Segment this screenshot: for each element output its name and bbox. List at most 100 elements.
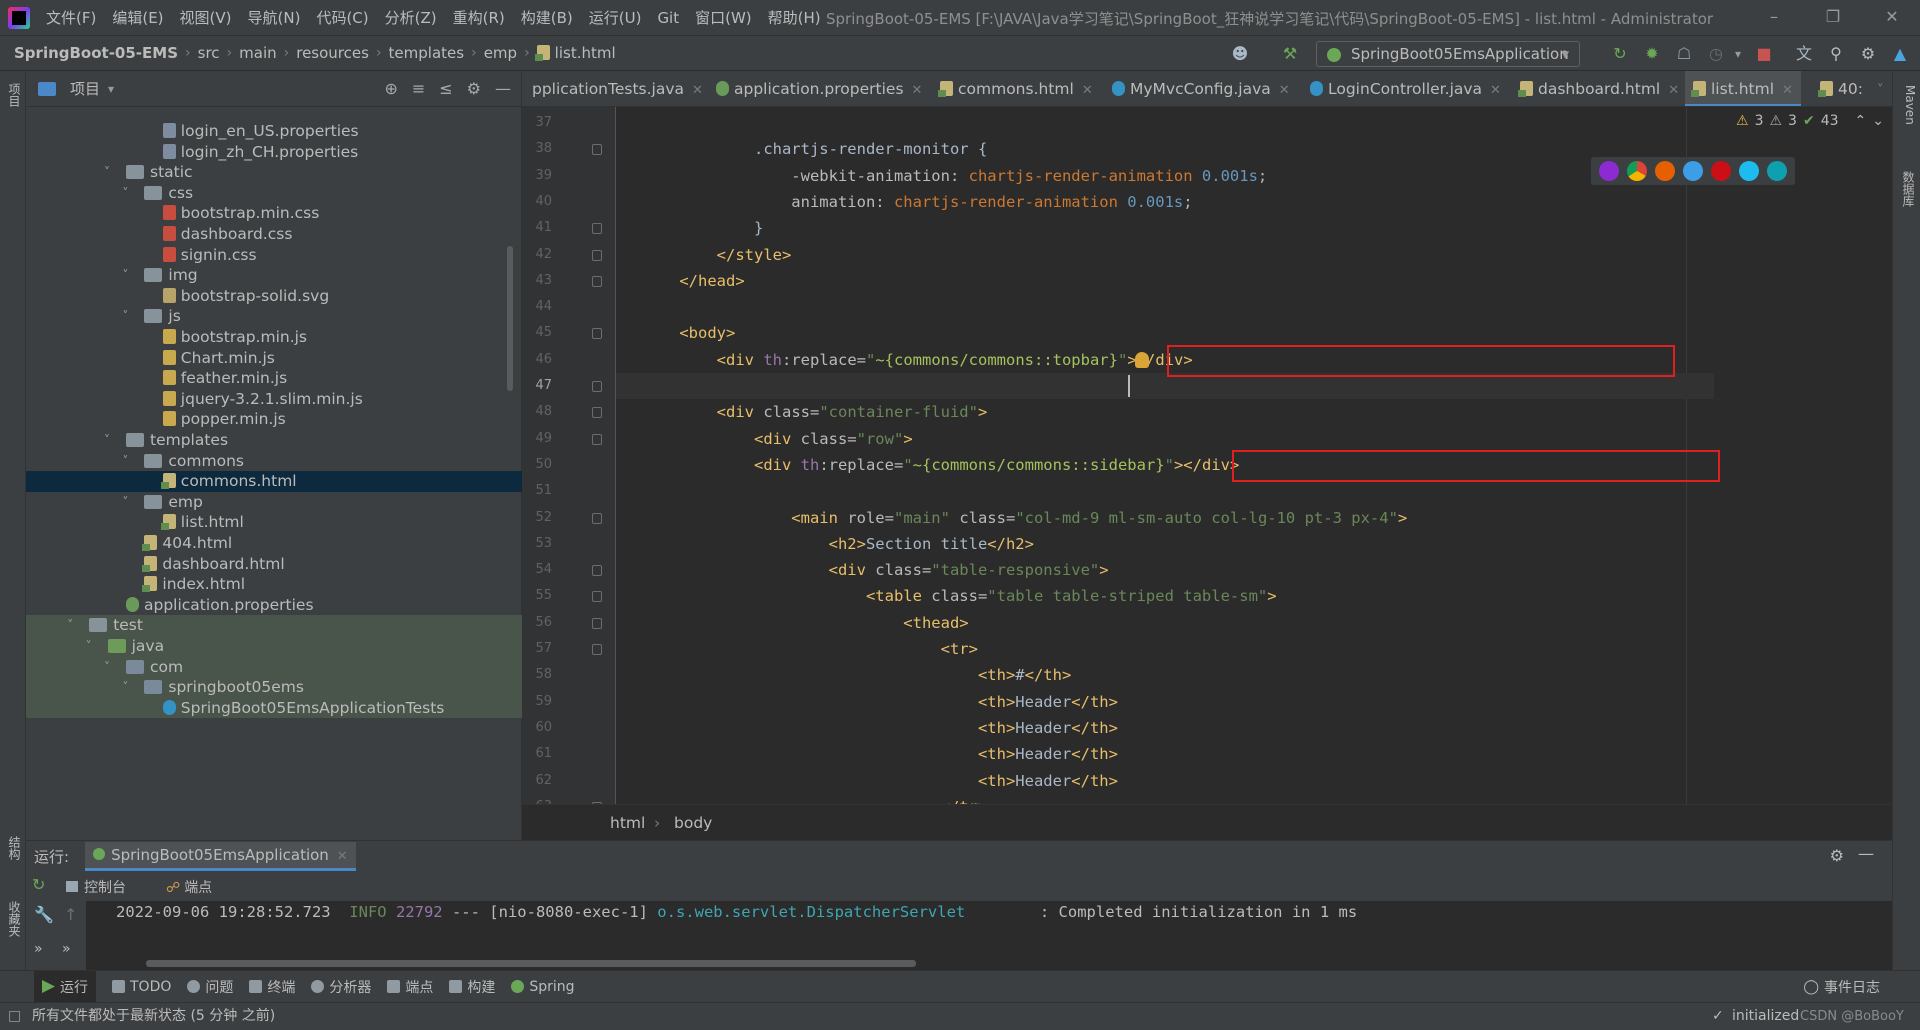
editor-tab[interactable]: application.properties ✕ <box>708 71 930 106</box>
tree-item[interactable]: ˅ springboot05ems <box>26 677 522 698</box>
chevron-down-icon[interactable]: ˅ <box>104 162 118 183</box>
chevron-down-icon[interactable]: ▾ <box>108 82 114 96</box>
coverage-icon[interactable]: ☖ <box>1672 42 1696 66</box>
breadcrumb-main[interactable]: main <box>235 44 280 62</box>
fold-marker-icon[interactable] <box>592 144 602 156</box>
tool-todo[interactable]: TODO <box>112 979 171 995</box>
locate-file-icon[interactable]: ⊕ <box>384 79 397 98</box>
breadcrumb-project[interactable]: SpringBoot-05-EMS <box>0 44 182 62</box>
fold-marker-icon[interactable] <box>592 644 602 655</box>
fold-marker-icon[interactable] <box>592 512 602 524</box>
code-editor[interactable]: 37 38 39 40 41 42 43 44 45 46 47 48 49 50 51 52 53 54 55 56… <box>522 107 1892 816</box>
next-highlight-icon[interactable]: ⌄ <box>1872 113 1884 129</box>
expand-more-icon[interactable]: » <box>62 941 71 957</box>
tree-item[interactable]: ˅ js <box>26 306 522 327</box>
menu-refactor[interactable]: 重构(R) <box>445 7 513 28</box>
tree-item[interactable]: ˅ img <box>26 265 522 286</box>
previous-highlight-icon[interactable]: ⌃ <box>1855 113 1867 129</box>
breadcrumb-src[interactable]: src <box>194 44 224 62</box>
run-config-tab[interactable]: SpringBoot05EmsApplication ✕ <box>85 841 356 871</box>
run-configuration-select[interactable]: SpringBoot05EmsApplication ▾ <box>1316 41 1580 67</box>
tree-item[interactable]: dashboard.css <box>26 224 522 245</box>
tool-build[interactable]: 构建 <box>449 977 495 997</box>
tree-item[interactable]: bootstrap.min.css <box>26 203 522 224</box>
tree-item[interactable]: 404.html <box>26 533 522 554</box>
close-tab-icon[interactable]: ✕ <box>337 849 348 864</box>
tree-item[interactable]: jquery-3.2.1.slim.min.js <box>26 389 522 410</box>
chevron-down-icon[interactable]: ˅ <box>67 615 81 636</box>
menu-run[interactable]: 运行(U) <box>581 7 650 28</box>
profile-icon[interactable]: ◷ <box>1704 42 1728 66</box>
tree-item[interactable]: list.html <box>26 512 522 533</box>
hide-panel-icon[interactable]: — <box>1858 844 1874 863</box>
wrench-icon[interactable]: 🔧 <box>34 905 54 924</box>
fold-marker-icon[interactable] <box>592 407 602 419</box>
settings-gear-icon[interactable]: ⚙ <box>1830 846 1844 865</box>
translate-icon[interactable]: 文 <box>1792 42 1816 66</box>
tree-item[interactable]: index.html <box>26 574 522 595</box>
chevron-down-icon[interactable]: ˅ <box>122 492 136 513</box>
tree-item[interactable]: login_en_US.properties <box>26 121 522 142</box>
close-window-icon[interactable]: ✕ <box>1880 5 1904 29</box>
intention-lightbulb-icon[interactable] <box>1135 351 1149 368</box>
favorites-tool-window-button[interactable]: 收藏夹 <box>3 901 23 937</box>
tree-item[interactable]: SpringBoot05EmsApplicationTests <box>26 697 522 719</box>
tree-item[interactable]: login_zh_CH.properties <box>26 142 522 163</box>
tree-item[interactable]: dashboard.html <box>26 554 522 575</box>
tree-item[interactable]: ˅ static <box>26 162 522 183</box>
editor-tab[interactable]: 40: ˅ <box>1812 71 1891 106</box>
menu-code[interactable]: 代码(C) <box>308 7 376 28</box>
hide-panel-icon[interactable]: — <box>495 79 511 98</box>
editor-breadcrumb-html[interactable]: html <box>610 805 645 841</box>
build-hammer-icon[interactable]: ⚒ <box>1278 42 1302 66</box>
fold-marker-icon[interactable] <box>592 617 602 629</box>
editor-tab[interactable]: list.html ✕ <box>1685 71 1801 106</box>
settings-gear-icon[interactable]: ⚙ <box>1856 42 1880 66</box>
inspection-widget[interactable]: ⚠ 3 ⚠ 3 ✔ 43 ⌃ ⌄ <box>1736 113 1884 129</box>
tool-problems[interactable]: 问题 <box>187 977 233 997</box>
editor-tab[interactable]: pplicationTests.java ✕ <box>524 71 711 106</box>
chevron-down-icon[interactable]: ˅ <box>122 265 136 286</box>
tree-item[interactable]: ˅ templates <box>26 430 522 451</box>
menu-edit[interactable]: 编辑(E) <box>104 7 171 28</box>
opera-icon[interactable] <box>1711 161 1731 181</box>
structure-tool-window-button[interactable]: 结构 <box>3 836 23 860</box>
fold-marker-icon[interactable] <box>592 249 602 261</box>
menu-file[interactable]: 文件(F) <box>38 7 104 28</box>
chevron-down-icon[interactable]: ˅ <box>122 677 136 698</box>
tool-profiler[interactable]: 分析器 <box>311 977 371 997</box>
close-tab-icon[interactable]: ✕ <box>692 83 703 98</box>
minimize-icon[interactable]: – <box>1762 5 1786 29</box>
stop-icon[interactable]: ■ <box>1752 42 1776 66</box>
breadcrumb-templates[interactable]: templates <box>385 44 469 62</box>
menu-view[interactable]: 视图(V) <box>172 7 240 28</box>
tab-list-chevron-icon[interactable]: ˅ <box>1877 83 1884 98</box>
tree-item[interactable]: feather.min.js <box>26 368 522 389</box>
tool-endpoints[interactable]: 端点 <box>387 977 433 997</box>
editor-tab[interactable]: MyMvcConfig.java ✕ <box>1104 71 1298 106</box>
chevron-down-icon[interactable]: ˅ <box>122 183 136 204</box>
console-tab[interactable]: 控制台 <box>66 877 126 897</box>
debug-icon[interactable]: ✹ <box>1640 42 1664 66</box>
editor-breadcrumb-body[interactable]: body <box>674 805 712 841</box>
database-tool-window-button[interactable]: 数据库 <box>1897 171 1917 207</box>
editor-tab[interactable]: LoginController.java ✕ <box>1302 71 1509 106</box>
project-tool-window-button[interactable]: 项目 <box>3 83 23 107</box>
tree-item[interactable]: ˅ commons <box>26 451 522 472</box>
project-tree-scrollbar[interactable] <box>507 246 513 391</box>
tree-item[interactable]: bootstrap-solid.svg <box>26 286 522 307</box>
event-log-button[interactable]: ◯ 事件日志 <box>1803 977 1880 997</box>
close-tab-icon[interactable]: ✕ <box>1490 83 1501 98</box>
more-run-chevron-icon[interactable]: ▾ <box>1726 42 1750 66</box>
editor-tab[interactable]: commons.html ✕ <box>932 71 1101 106</box>
fold-marker-icon[interactable] <box>592 565 602 577</box>
tree-item[interactable]: ˅ css <box>26 183 522 204</box>
fold-marker-icon[interactable] <box>592 433 602 445</box>
menu-git[interactable]: Git <box>649 9 687 27</box>
chrome-icon[interactable] <box>1627 161 1647 181</box>
collapse-all-icon[interactable]: ≤ <box>439 79 452 98</box>
close-tab-icon[interactable]: ✕ <box>1668 83 1679 98</box>
intellij-browser-icon[interactable] <box>1599 161 1619 181</box>
chevron-down-icon[interactable]: ˅ <box>86 636 100 657</box>
tree-item[interactable]: popper.min.js <box>26 409 522 430</box>
